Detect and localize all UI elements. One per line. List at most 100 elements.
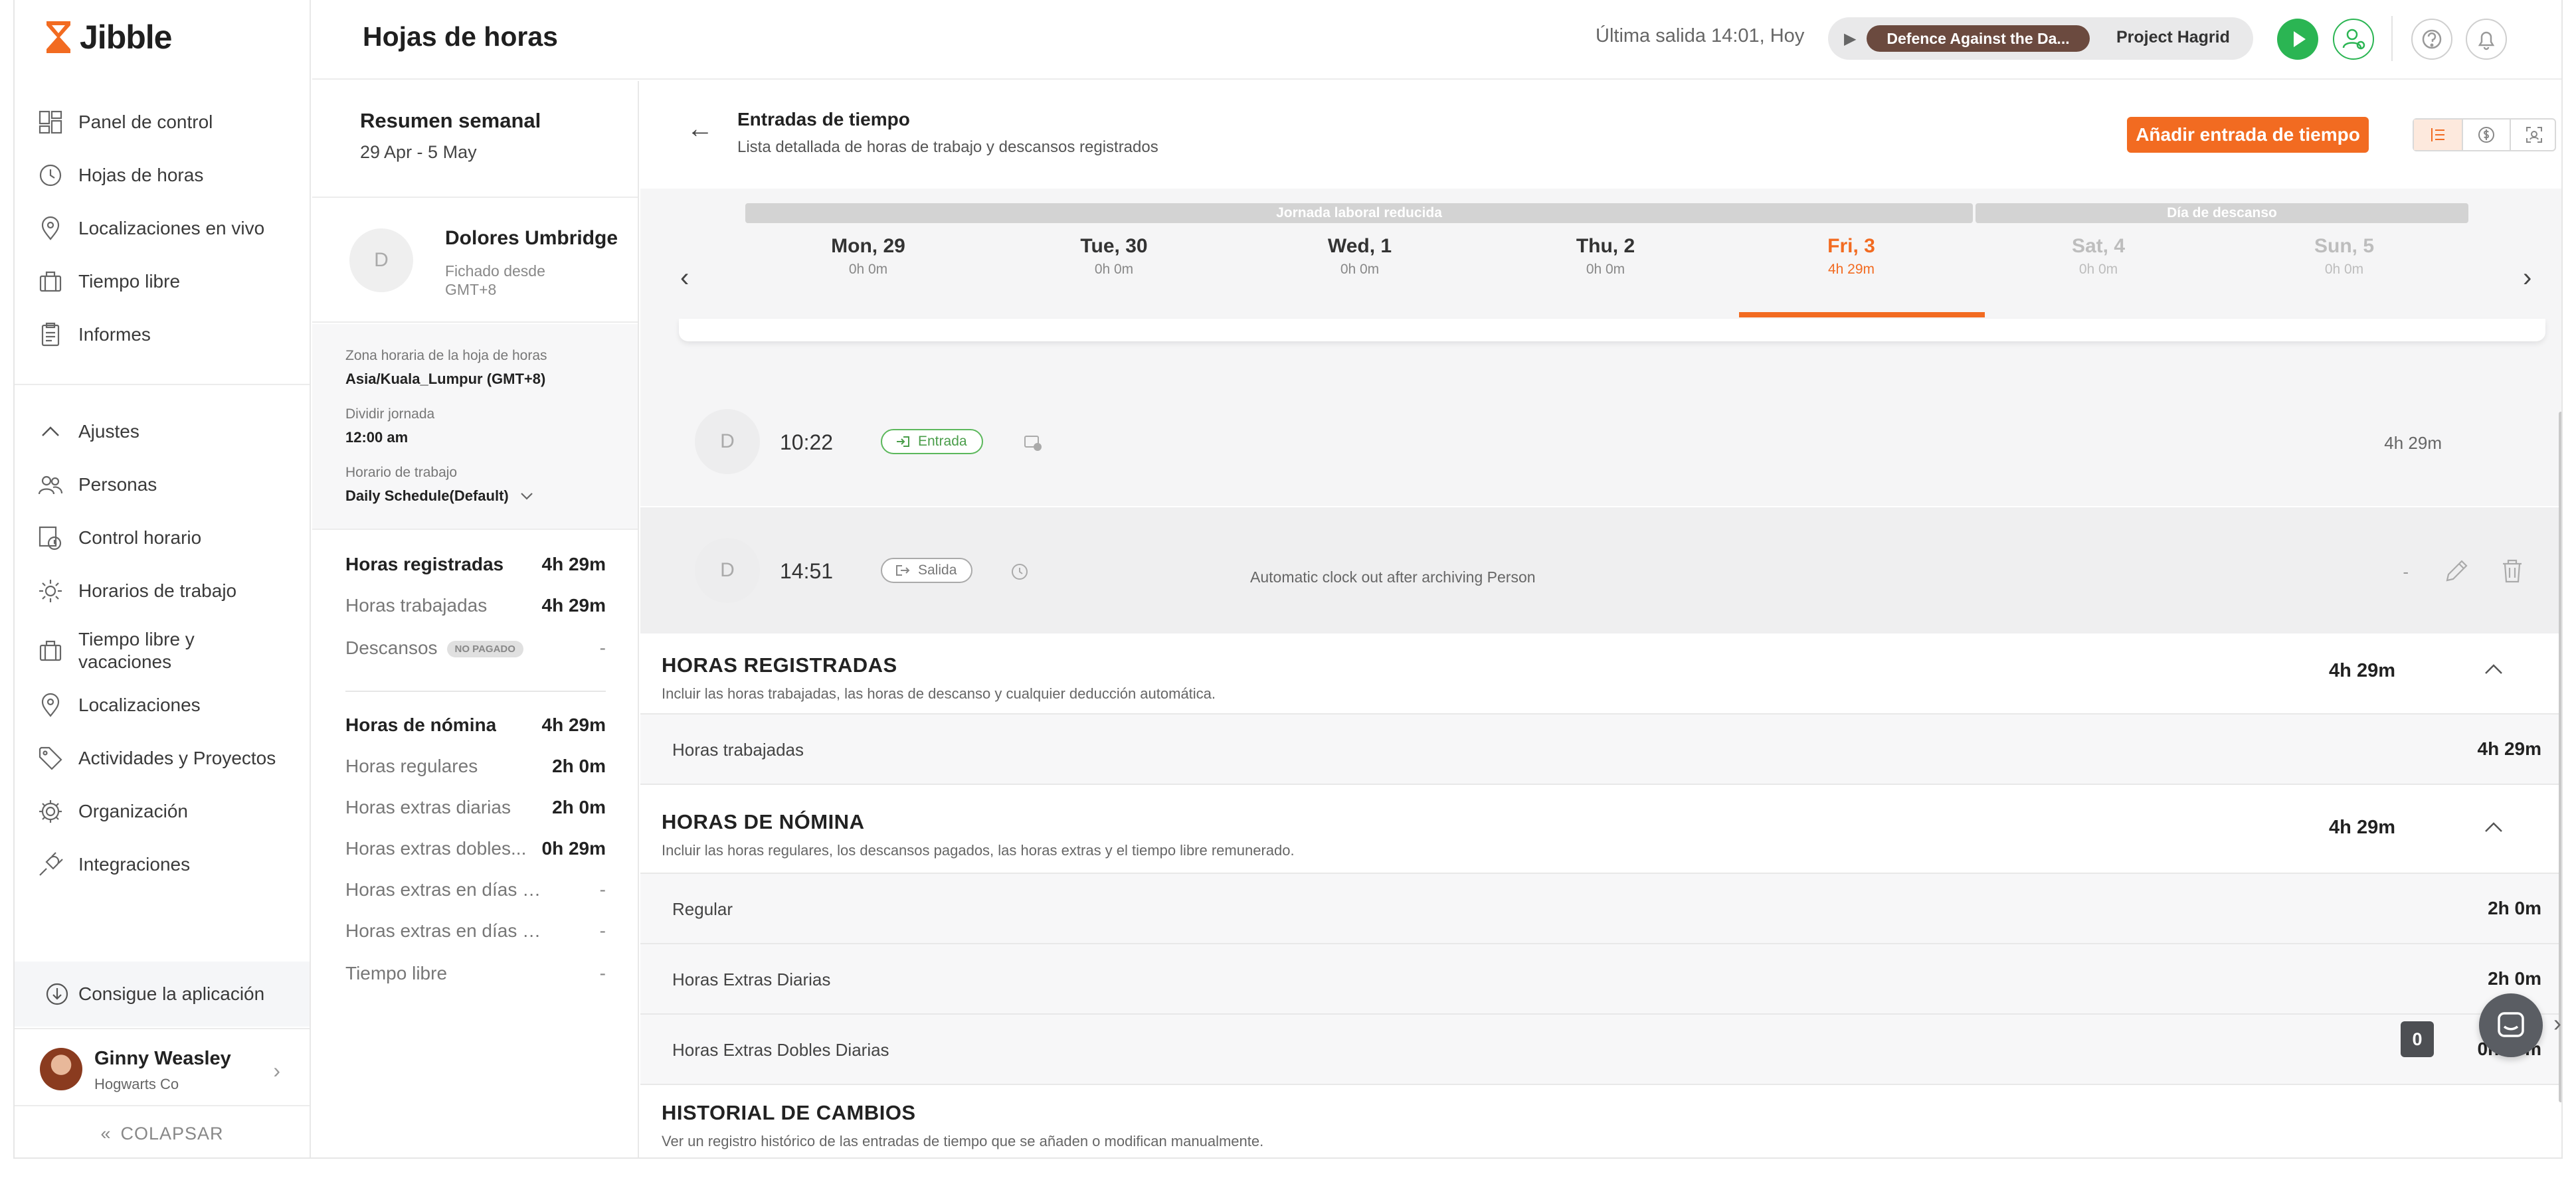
sidebar-item-time-tracking[interactable]: Control horario <box>37 518 201 558</box>
row-label: Horas Extras Dobles Diarias <box>672 1040 889 1060</box>
clock-in-tag: Entrada <box>881 429 983 454</box>
summary-title: Resumen semanal <box>360 109 541 132</box>
sidebar-item-settings[interactable]: Ajustes <box>37 412 139 452</box>
day-name: Fri, 3 <box>1827 235 1875 257</box>
entry-avatar: D <box>695 409 760 474</box>
person-card: D Dolores Umbridge Fichado desde GMT+8 <box>312 197 638 323</box>
section-subtitle: Incluir las horas trabajadas, las horas … <box>662 685 1216 702</box>
suitcase-icon <box>39 640 62 661</box>
entry-time: 10:22 <box>780 430 834 454</box>
back-arrow-icon[interactable]: ← <box>687 114 713 144</box>
day-tab-thu[interactable]: Thu, 2 0h 0m <box>1483 235 1728 278</box>
row-value: 4h 29m <box>2477 738 2542 759</box>
pencil-icon[interactable] <box>2442 556 2471 586</box>
trash-icon[interactable] <box>2498 556 2527 586</box>
day-hours: 0h 0m <box>1094 262 1134 277</box>
summary-row-label: Horas extras en días festiv... <box>345 920 545 941</box>
sidebar-item-work-schedules[interactable]: Horarios de trabajo <box>37 571 236 611</box>
gear-icon <box>39 800 62 823</box>
day-tab-sun[interactable]: Sun, 5 0h 0m <box>2221 235 2467 278</box>
chevron-right-icon[interactable]: › <box>2553 1009 2561 1037</box>
map-pin-icon <box>41 693 60 717</box>
header-divider <box>2391 16 2393 61</box>
summary-row: Horas registradas 4h 29m <box>345 551 606 578</box>
day-tab-fri[interactable]: Fri, 3 4h 29m <box>1728 235 1974 278</box>
sidebar-item-dashboard[interactable]: Panel de control <box>37 102 213 142</box>
summary-row-label: Horas regulares <box>345 756 478 776</box>
scrollbar[interactable] <box>2559 412 2561 1102</box>
day-tab-wed[interactable]: Wed, 1 0h 0m <box>1237 235 1483 278</box>
day-selector: Jornada laboral reducida Día de descanso… <box>640 189 2561 401</box>
person-name[interactable]: Dolores Umbridge <box>445 227 618 250</box>
chat-icon <box>2498 1012 2524 1037</box>
sidebar-item-live-locations[interactable]: Localizaciones en vivo <box>37 209 264 248</box>
face-scan-view-button[interactable] <box>2510 120 2557 150</box>
sidebar-item-timesheets[interactable]: Hojas de horas <box>37 155 203 195</box>
row-label: Horas Extras Diarias <box>672 970 831 989</box>
entry-note: Automatic clock out after archiving Pers… <box>1250 568 1536 586</box>
plug-icon <box>39 852 63 876</box>
get-app-button[interactable]: Consigue la aplicación <box>15 962 310 1027</box>
chevron-up-icon[interactable] <box>2480 814 2507 841</box>
time-entries-panel: ← Entradas de tiempo Lista detallada de … <box>640 81 2561 1157</box>
timezone-value: Asia/Kuala_Lumpur (GMT+8) <box>345 371 546 387</box>
sidebar-item-label: Panel de control <box>78 112 213 132</box>
tracked-row: Horas trabajadas 4h 29m <box>640 715 2561 785</box>
logo[interactable]: Jibble <box>44 17 172 57</box>
summary-row-label: Descansos <box>345 637 438 658</box>
sidebar-item-people[interactable]: Personas <box>37 465 157 505</box>
notifications-button[interactable] <box>2466 19 2507 60</box>
sidebar-item-time-off-vacations[interactable]: Tiempo libre y vacaciones <box>37 624 225 677</box>
day-card-edge <box>679 319 2545 341</box>
payroll-hours-section[interactable]: HORAS DE NÓMINA Incluir las horas regula… <box>640 785 2561 874</box>
next-week-arrow-icon[interactable]: › <box>2523 263 2531 293</box>
activity-tag[interactable]: Defence Against the Da... <box>1867 25 2090 52</box>
collapse-sidebar-button[interactable]: « COLAPSAR <box>15 1109 310 1157</box>
chevron-up-icon[interactable] <box>2480 656 2507 683</box>
entry-type: Entrada <box>918 434 967 449</box>
day-tab-tue[interactable]: Tue, 30 0h 0m <box>991 235 1237 278</box>
jibble-logo-icon <box>46 21 70 53</box>
clock-in-button[interactable] <box>2277 19 2318 60</box>
clock-in-icon <box>897 436 909 447</box>
clipboard-icon <box>41 322 60 347</box>
time-entry-row[interactable]: D 10:22 Entrada 4h 29m <box>640 379 2561 506</box>
schedule-dropdown[interactable]: Daily Schedule(Default) <box>345 487 535 505</box>
sidebar-item-locations[interactable]: Localizaciones <box>37 685 201 725</box>
sidebar-item-label: Integraciones <box>78 854 191 875</box>
day-tab-sat[interactable]: Sat, 4 0h 0m <box>1976 235 2221 278</box>
day-hours: 0h 0m <box>848 262 888 277</box>
summary-row: Descansos NO PAGADO - <box>345 635 606 661</box>
sidebar-item-organization[interactable]: Organización <box>37 792 188 831</box>
chat-support-button[interactable] <box>2479 993 2543 1057</box>
cost-view-button[interactable] <box>2462 120 2510 150</box>
list-view-button[interactable] <box>2414 120 2462 150</box>
sidebar-item-activities-projects[interactable]: Actividades y Proyectos <box>37 738 276 778</box>
summary-row-label: Tiempo libre <box>345 963 448 983</box>
prev-week-arrow-icon[interactable]: ‹ <box>680 263 689 293</box>
sidebar: Jibble Panel de control Hojas de horas L… <box>15 0 311 1157</box>
tracked-hours-section[interactable]: HORAS REGISTRADAS Incluir las horas trab… <box>640 633 2561 715</box>
sidebar-item-integrations[interactable]: Integraciones <box>37 845 190 885</box>
summary-row: Horas trabajadas 4h 29m <box>345 592 606 619</box>
project-tag[interactable]: Project Hagrid <box>2116 28 2230 47</box>
sidebar-item-time-off[interactable]: Tiempo libre <box>37 262 180 301</box>
sidebar-item-reports[interactable]: Informes <box>37 315 151 355</box>
kiosk-button[interactable] <box>2333 19 2374 60</box>
page-title: Hojas de horas <box>363 21 558 52</box>
user-card[interactable]: Ginny Weasley Hogwarts Co › <box>15 1028 310 1106</box>
add-time-entry-button[interactable]: Añadir entrada de tiempo <box>2127 117 2369 153</box>
sidebar-item-label: Informes <box>78 324 151 345</box>
row-label: Regular <box>672 899 733 919</box>
change-history-section[interactable]: HISTORIAL DE CAMBIOS Ver un registro his… <box>640 1085 2561 1157</box>
people-icon <box>38 475 63 495</box>
row-value: 2h 0m <box>2488 898 2541 918</box>
day-tab-mon[interactable]: Mon, 29 0h 0m <box>745 235 991 278</box>
time-entry-row[interactable]: D 14:51 Salida Automatic clock out after… <box>640 507 2561 633</box>
help-button[interactable] <box>2411 19 2452 60</box>
day-hours: 4h 29m <box>1827 262 1875 277</box>
summary-row-value: 4h 29m <box>541 715 606 735</box>
timer-pill[interactable]: ▶ Defence Against the Da... Project Hagr… <box>1828 17 2253 60</box>
dashboard-icon <box>39 110 62 134</box>
payroll-row: Horas Extras Dobles Diarias 0h 29m <box>640 1015 2561 1085</box>
